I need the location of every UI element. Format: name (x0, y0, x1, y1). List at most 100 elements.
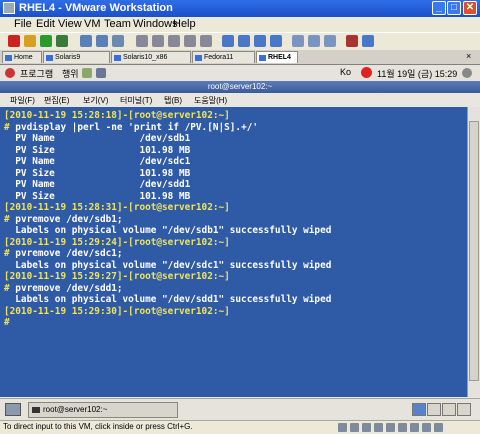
menu-help[interactable]: Help (173, 18, 196, 30)
terminal-text-line: PV Size 101.98 MB (4, 167, 191, 179)
revert-snapshot-icon[interactable] (96, 35, 108, 47)
floppy-icon[interactable] (362, 423, 371, 432)
terminal-text-line: # pvremove /dev/sdb1; (4, 214, 123, 225)
title-bar[interactable]: RHEL4 - VMware Workstation _ □ ✕ (0, 0, 480, 17)
menu-team[interactable]: Team (104, 18, 131, 30)
scrollbar-thumb[interactable] (469, 121, 479, 381)
menu-edit[interactable]: Edit (36, 18, 55, 30)
clone-icon[interactable] (152, 35, 164, 47)
usb-icon[interactable] (386, 423, 395, 432)
menu-view[interactable]: View (58, 18, 82, 30)
command-text: pvremove /dev/sdc1; (9, 248, 123, 259)
term-menu-edit[interactable]: 편집(E) (44, 95, 69, 106)
network-icon[interactable] (374, 423, 383, 432)
terminal-prompt-line: [2010-11-19 15:29:24]-[root@server102:~] (4, 236, 230, 248)
toolbar (0, 32, 480, 51)
hard-disk-icon[interactable] (338, 423, 347, 432)
vm-icon (46, 55, 53, 61)
team-icon[interactable] (136, 35, 148, 47)
cdrom-icon[interactable] (350, 423, 359, 432)
show-desktop-icon[interactable] (5, 403, 21, 416)
show-sidebar-icon[interactable] (222, 35, 234, 47)
input-method-indicator[interactable]: Ko (340, 67, 351, 77)
tab-label: Fedora11 (204, 54, 234, 61)
summary-view-icon[interactable] (308, 35, 320, 47)
console-view-icon[interactable] (292, 35, 304, 47)
terminal-text-line: PV Size 101.98 MB (4, 190, 191, 202)
ace-icon[interactable] (346, 35, 358, 47)
power-on-icon[interactable] (40, 35, 52, 47)
record-icon[interactable] (184, 35, 196, 47)
reset-icon[interactable] (56, 35, 68, 47)
tab-solaris9[interactable]: Solaris9 (43, 51, 110, 63)
maximize-button[interactable]: □ (447, 1, 461, 15)
actions-menu[interactable]: 행위 (62, 67, 79, 80)
appliance-view-icon[interactable] (324, 35, 336, 47)
term-menu-terminal[interactable]: 터미널(T) (120, 95, 152, 106)
applications-menu[interactable]: 프로그램 (20, 67, 53, 80)
snapshot-icon[interactable] (80, 35, 92, 47)
tab-fedora11[interactable]: Fedora11 (192, 51, 255, 63)
workspace-3[interactable] (442, 403, 456, 416)
terminal-prompt-line: [2010-11-19 15:28:31]-[root@server102:~] (4, 202, 230, 213)
quick-switch-icon[interactable] (238, 35, 250, 47)
unity-icon[interactable] (270, 35, 282, 47)
terminal-menu-bar: 파일(F) 편집(E) 보기(V) 터미널(T) 탭(B) 도움말(H) (0, 93, 480, 108)
menu-file[interactable]: File (14, 18, 32, 30)
terminal-text-line: Labels on physical volume "/dev/sdc1" su… (4, 259, 332, 271)
clock[interactable]: 11월 19일 (금) 15:29 (377, 67, 457, 80)
tab-solaris10-x86[interactable]: Solaris10_x86 (111, 51, 191, 63)
tab-label: RHEL4 (268, 54, 291, 61)
vmware-tools-icon[interactable] (434, 423, 443, 432)
terminal-text-line: # pvremove /dev/sdd1; (4, 283, 123, 294)
vmware-window: RHEL4 - VMware Workstation _ □ ✕ File Ed… (0, 0, 480, 434)
replay-icon[interactable] (200, 35, 212, 47)
menu-windows[interactable]: Windows (133, 18, 178, 30)
menu-vm[interactable]: VM (84, 18, 101, 30)
snapshot-manager-icon[interactable] (112, 35, 124, 47)
workspace-4[interactable] (457, 403, 471, 416)
terminal-title-bar[interactable]: root@server102:~ (0, 81, 480, 93)
volume-icon[interactable] (462, 68, 472, 78)
printer-icon[interactable] (410, 423, 419, 432)
workspace-2[interactable] (427, 403, 441, 416)
terminal-icon (32, 407, 40, 413)
redhat-logo-icon[interactable] (5, 68, 15, 78)
update-alert-icon[interactable] (361, 67, 372, 78)
close-tab-icon[interactable]: × (466, 51, 471, 61)
message-icon[interactable] (422, 423, 431, 432)
settings-icon[interactable] (168, 35, 180, 47)
suspend-icon[interactable] (24, 35, 36, 47)
terminal-scrollbar[interactable] (467, 107, 480, 397)
vm-icon (195, 55, 202, 61)
terminal-prompt-line: [2010-11-19 15:29:27]-[root@server102:~] (4, 271, 230, 282)
terminal-text-line: Labels on physical volume "/dev/sdd1" su… (4, 294, 332, 305)
remote-icon[interactable] (362, 35, 374, 47)
vmware-app-icon[interactable] (3, 2, 15, 14)
fullscreen-icon[interactable] (254, 35, 266, 47)
power-off-icon[interactable] (8, 35, 20, 47)
taskbar-terminal-item[interactable]: root@server102:~ (28, 402, 178, 418)
term-menu-view[interactable]: 보기(V) (83, 95, 108, 106)
tab-rhel4[interactable]: RHEL4 (256, 51, 298, 63)
tab-home[interactable]: Home (2, 51, 42, 63)
gnome-bottom-panel: root@server102:~ (0, 398, 480, 421)
mail-launcher-icon[interactable] (96, 68, 106, 78)
terminal-output[interactable]: [2010-11-19 15:28:18]-[root@server102:~]… (0, 107, 467, 397)
term-menu-help[interactable]: 도움말(H) (194, 95, 227, 106)
close-button[interactable]: ✕ (463, 1, 477, 15)
vm-tab-bar: Home Solaris9 Solaris10_x86 Fedora11 RHE… (0, 50, 480, 65)
terminal-text-line: Labels on physical volume "/dev/sdb1" su… (4, 225, 332, 236)
term-menu-tabs[interactable]: 탭(B) (164, 95, 182, 106)
term-menu-file[interactable]: 파일(F) (10, 95, 35, 106)
browser-launcher-icon[interactable] (82, 68, 92, 78)
workspace-1[interactable] (412, 403, 426, 416)
taskbar-item-label: root@server102:~ (43, 405, 108, 414)
sound-icon[interactable] (398, 423, 407, 432)
terminal-text-line: # pvremove /dev/sdc1; (4, 248, 123, 259)
terminal-text-line: PV Name /dev/sdd1 (4, 179, 191, 190)
terminal-prompt-line: [2010-11-19 15:29:30]-[root@server102:~] (4, 305, 230, 317)
vm-icon (114, 55, 121, 61)
tab-label: Home (14, 54, 33, 61)
minimize-button[interactable]: _ (432, 1, 446, 15)
